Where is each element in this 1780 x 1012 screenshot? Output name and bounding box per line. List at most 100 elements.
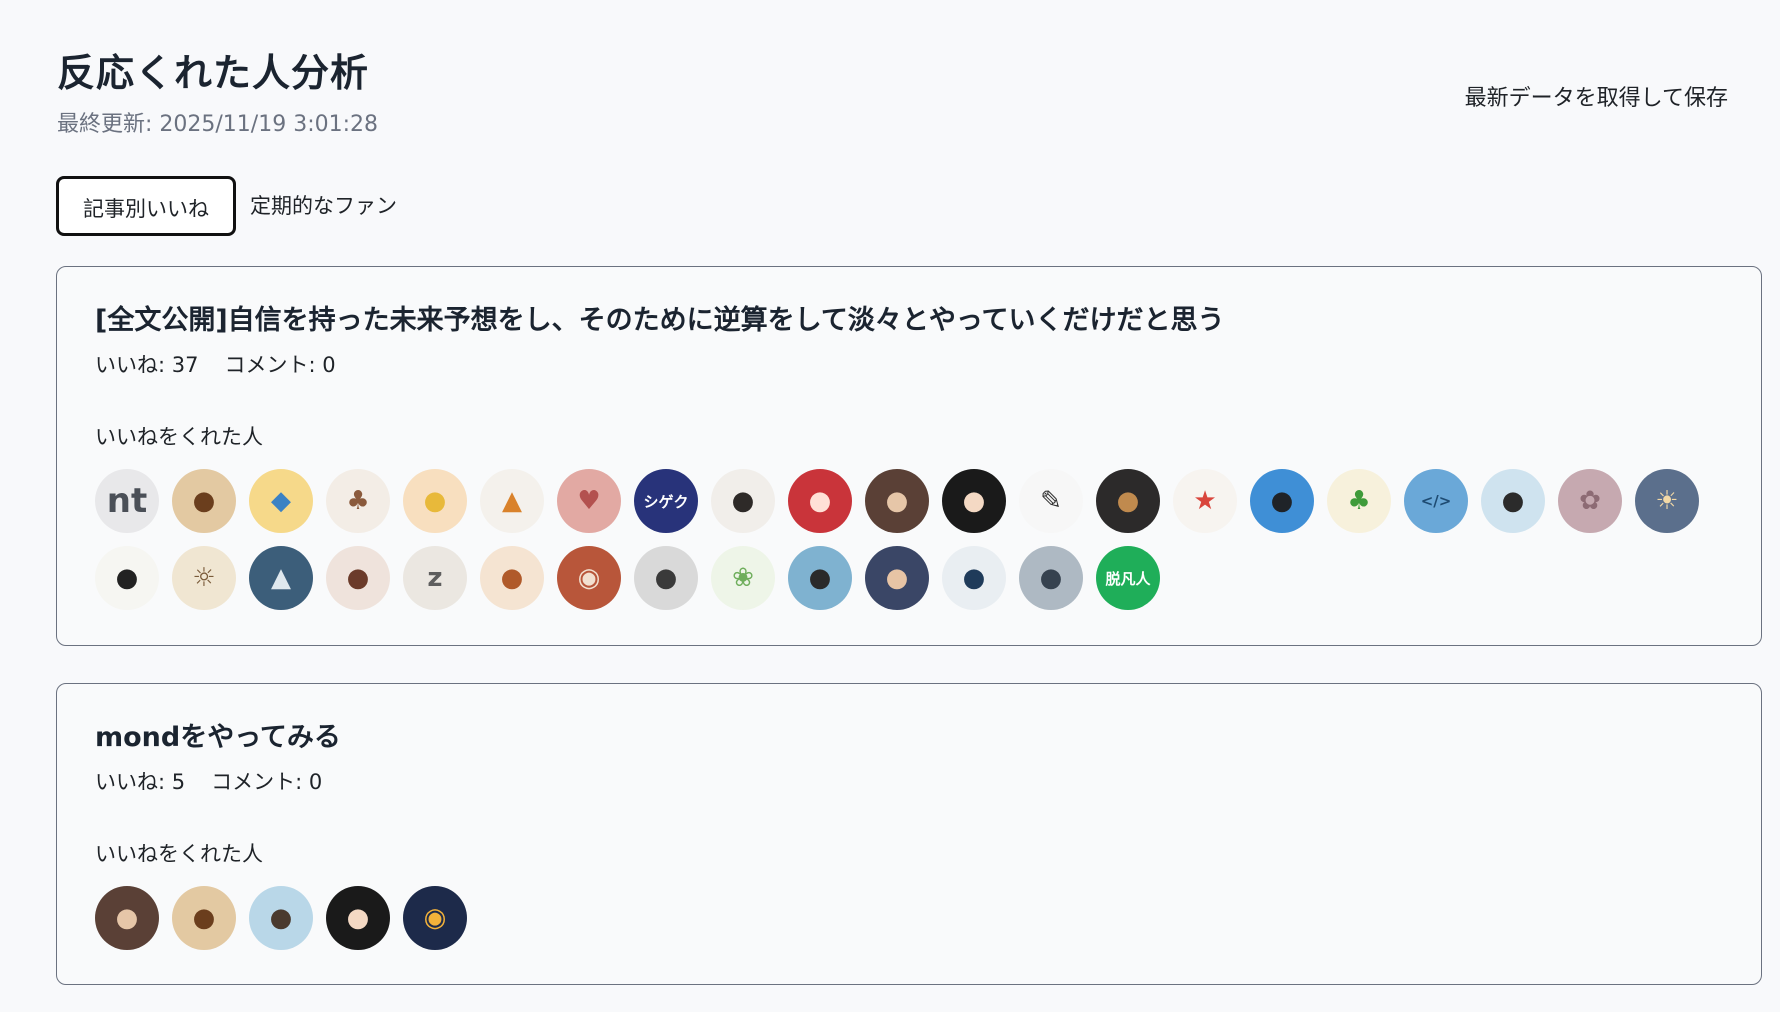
avatar-glyph: ● xyxy=(346,903,370,933)
avatar-glyph: ★ xyxy=(1193,486,1217,516)
sleeping-man-avatar[interactable]: z xyxy=(403,546,467,610)
avatar-glyph: ● xyxy=(1501,486,1525,516)
datsubonjin-marketing-avatar[interactable]: 脱凡人 xyxy=(1096,546,1160,610)
old-man-lightbulb-avatar[interactable]: ☼ xyxy=(172,546,236,610)
article-title: mondをやってみる xyxy=(95,722,341,753)
avatar-glyph: ● xyxy=(192,903,216,933)
note-logo-avatar[interactable]: nt xyxy=(95,469,159,533)
brown-hair-girl-avatar[interactable]: ● xyxy=(480,546,544,610)
avatar-glyph: ● xyxy=(1116,486,1140,516)
comment-count: コメント: 0 xyxy=(224,353,336,377)
avatar-glyph: ● xyxy=(808,563,832,593)
avatar-glyph: ◆ xyxy=(271,486,291,516)
avatar-glyph: ♣ xyxy=(1347,486,1371,516)
likers-avatar-list: nt ● ◆ ♣ ● ▲ ♥ シゲク ● ● ● ● ✎ ● ★ ● ♣ </> ● ✿ ☀ ● ☼ ▲ ● z ● ◉ ● ❀ ● ● ● ● 脱… xyxy=(95,469,1735,610)
black-hair-girl-avatar[interactable]: ● xyxy=(942,469,1006,533)
avatar-glyph: ● xyxy=(115,563,139,593)
squirrel-avatar[interactable]: ♣ xyxy=(326,469,390,533)
avatar-glyph: ● xyxy=(346,563,370,593)
page-title: 反応くれた人分析 xyxy=(57,51,370,95)
green-wreath-girl-avatar[interactable]: ❀ xyxy=(711,546,775,610)
avatar-glyph: ✿ xyxy=(1579,486,1601,516)
robot-avatar[interactable]: ◉ xyxy=(557,546,621,610)
red-hair-girl-avatar[interactable]: ● xyxy=(788,469,852,533)
sunset-sea-avatar[interactable]: ☀ xyxy=(1635,469,1699,533)
page-header: 反応くれた人分析 最終更新: 2025/11/19 3:01:28 xyxy=(57,48,378,138)
illustrated-woman-avatar[interactable]: ● xyxy=(172,886,236,950)
avatar-glyph: ❀ xyxy=(732,563,754,593)
avatar-glyph: ● xyxy=(731,486,755,516)
avatar-glyph: nt xyxy=(106,481,148,521)
tab-regular-fans[interactable]: 定期的なファン xyxy=(250,176,397,236)
avatar-glyph: </> xyxy=(1420,492,1452,510)
avatar-glyph: ● xyxy=(423,486,447,516)
mountain-avatar[interactable]: ▲ xyxy=(249,546,313,610)
comment-count: コメント: 0 xyxy=(211,770,323,794)
avatar-glyph: ◉ xyxy=(577,563,601,593)
likers-avatar-list: ● ● ● ● ◉ xyxy=(95,886,1735,950)
article-stats: いいね: 5 コメント: 0 xyxy=(95,766,1723,796)
woman-dark-photo-avatar[interactable]: ● xyxy=(865,469,929,533)
pink-blur-avatar[interactable]: ✿ xyxy=(1558,469,1622,533)
avatar-glyph: ● xyxy=(192,486,216,516)
laptop-boy-avatar[interactable]: ● xyxy=(249,886,313,950)
anime-girl-bow-avatar[interactable]: ● xyxy=(326,546,390,610)
sketch-man-avatar[interactable]: ✎ xyxy=(1019,469,1083,533)
avatar-glyph: ▲ xyxy=(271,563,291,593)
like-count: いいね: 37 xyxy=(95,353,199,377)
avatar-glyph: ● xyxy=(962,563,986,593)
avatar-glyph: ✎ xyxy=(1040,486,1062,516)
article-card: mondをやってみる いいね: 5 コメント: 0 いいねをくれた人 ● ● ● ● ◉ xyxy=(56,683,1762,985)
article-title: [全文公開]自信を持った未来予想をし、そのために逆算をして淡々とやっていくだけだ… xyxy=(95,305,1225,336)
code-laptop-avatar[interactable]: </> xyxy=(1404,469,1468,533)
last-updated-text: 最終更新: 2025/11/19 3:01:28 xyxy=(57,112,379,137)
illustrated-woman-avatar[interactable]: ● xyxy=(172,469,236,533)
avatar-glyph: ● xyxy=(269,903,293,933)
yellow-chick-avatar[interactable]: ● xyxy=(403,469,467,533)
gray-hair-character-avatar[interactable]: ● xyxy=(634,546,698,610)
man-portrait-avatar[interactable]: ● xyxy=(865,546,929,610)
clover-avatar[interactable]: ♣ xyxy=(1327,469,1391,533)
shigeku-logo-avatar[interactable]: シゲク xyxy=(634,469,698,533)
article-stats: いいね: 37 コメント: 0 xyxy=(95,349,1723,379)
bear-headphones-avatar[interactable]: ● xyxy=(1096,469,1160,533)
avatar-glyph: ● xyxy=(885,486,909,516)
avatar-glyph: ☼ xyxy=(192,563,216,593)
pink-girl-avatar[interactable]: ♥ xyxy=(557,469,621,533)
avatar-glyph: 脱凡人 xyxy=(1105,569,1151,588)
tab-likes-by-article[interactable]: 記事別いいね xyxy=(56,176,236,236)
man-with-laptop-avatar[interactable]: ● xyxy=(942,546,1006,610)
avatar-glyph: ● xyxy=(1270,486,1294,516)
avatar-glyph: ● xyxy=(654,563,678,593)
avatar-glyph: ◉ xyxy=(423,903,447,933)
avatar-glyph: ♣ xyxy=(346,486,370,516)
avatar-glyph: ● xyxy=(115,903,139,933)
black-hair-girl-avatar[interactable]: ● xyxy=(326,886,390,950)
glasses-man-avatar[interactable]: ● xyxy=(1481,469,1545,533)
blue-bird-avatar[interactable]: ◆ xyxy=(249,469,313,533)
likers-label: いいねをくれた人 xyxy=(95,425,263,449)
avatar-glyph: ● xyxy=(500,563,524,593)
food-bowl-avatar[interactable]: ◉ xyxy=(403,886,467,950)
avatar-glyph: ● xyxy=(808,486,832,516)
avatar-glyph: ▲ xyxy=(502,486,522,516)
woman-dark-photo-avatar[interactable]: ● xyxy=(95,886,159,950)
white-bird-avatar[interactable]: ● xyxy=(95,546,159,610)
likers-label: いいねをくれた人 xyxy=(95,842,263,866)
woman-photo-avatar[interactable]: ● xyxy=(711,469,775,533)
cartoon-character-avatar[interactable]: ★ xyxy=(1173,469,1237,533)
fox-businessman-avatar[interactable]: ▲ xyxy=(480,469,544,533)
avatar-glyph: ☀ xyxy=(1655,486,1679,516)
avatar-glyph: z xyxy=(427,563,443,593)
avatar-glyph: ● xyxy=(962,486,986,516)
man-with-books-avatar[interactable]: ● xyxy=(788,546,852,610)
sky-boy-avatar[interactable]: ● xyxy=(1250,469,1314,533)
refresh-and-save-button[interactable]: 最新データを取得して保存 xyxy=(1455,72,1738,120)
like-count: いいね: 5 xyxy=(95,770,186,794)
article-card: [全文公開]自信を持った未来予想をし、そのために逆算をして淡々とやっていくだけだ… xyxy=(56,266,1762,646)
view-tabs: 記事別いいね 定期的なファン xyxy=(56,176,397,236)
avatar-glyph: ● xyxy=(885,563,909,593)
avatar-glyph: ● xyxy=(1039,563,1063,593)
man-city-avatar[interactable]: ● xyxy=(1019,546,1083,610)
avatar-glyph: シゲク xyxy=(643,492,689,511)
